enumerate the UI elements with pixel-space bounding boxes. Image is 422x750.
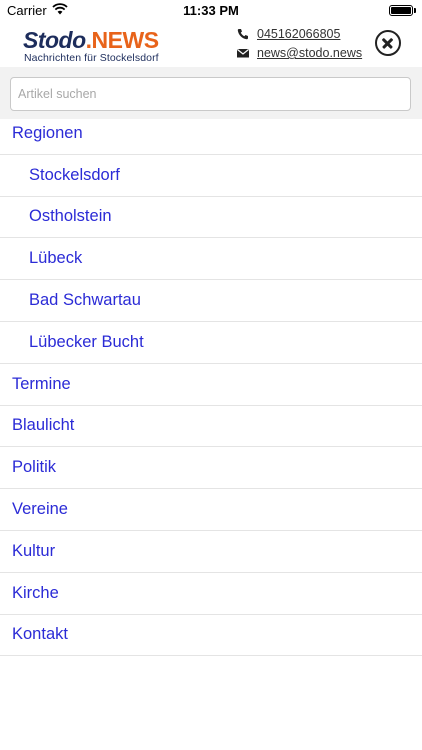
contact-email: news@stodo.news (236, 46, 362, 60)
status-bar: Carrier 11:33 PM (0, 0, 422, 22)
menu-item-stockelsdorf[interactable]: Stockelsdorf (0, 155, 422, 197)
menu-item-bad-schwartau[interactable]: Bad Schwartau (0, 280, 422, 322)
menu-item-label: Blaulicht (12, 416, 75, 435)
contact-phone: 045162066805 (236, 27, 340, 41)
menu-item-kultur[interactable]: Kultur (0, 531, 422, 573)
search-input[interactable] (10, 77, 411, 111)
battery-cap (414, 8, 416, 13)
phone-link[interactable]: 045162066805 (257, 27, 340, 41)
menu-item-label: Termine (12, 374, 71, 393)
nav-menu: Regionen Stockelsdorf Ostholstein Lübeck Bad… (0, 113, 422, 657)
envelope-icon (236, 48, 250, 58)
site-logo[interactable]: Stodo.NEWS (23, 27, 159, 53)
search-bar (0, 67, 422, 119)
menu-item-label: Kontakt (12, 625, 68, 644)
menu-item-vereine[interactable]: Vereine (0, 489, 422, 531)
menu-item-politik[interactable]: Politik (0, 447, 422, 490)
menu-item-blaulicht[interactable]: Blaulicht (0, 406, 422, 448)
close-menu-button[interactable] (375, 30, 401, 56)
menu-item-kontakt[interactable]: Kontakt (0, 615, 422, 657)
menu-item-lübeck[interactable]: Lübeck (0, 238, 422, 281)
menu-item-label: Politik (12, 458, 57, 477)
phone-icon (237, 29, 248, 40)
logo-stodo-text: Stodo (23, 27, 86, 53)
menu-item-kirche[interactable]: Kirche (0, 573, 422, 615)
logo-news-text: .NEWS (85, 27, 159, 53)
menu-item-label: Ostholstein (29, 207, 112, 226)
menu-item-ostholstein[interactable]: Ostholstein (0, 197, 422, 239)
battery-icon (389, 5, 413, 16)
clock: 11:33 PM (183, 3, 239, 18)
site-tagline: Nachrichten für Stockelsdorf (24, 52, 159, 64)
menu-item-termine[interactable]: Termine (0, 364, 422, 406)
menu-item-label: Bad Schwartau (29, 291, 141, 310)
menu-item-label: Stockelsdorf (29, 165, 120, 184)
menu-item-lübecker-bucht[interactable]: Lübecker Bucht (0, 322, 422, 364)
email-link[interactable]: news@stodo.news (257, 46, 362, 60)
menu-item-label: Vereine (12, 500, 68, 519)
site-header: Stodo.NEWS Nachrichten für Stockelsdorf … (0, 22, 422, 67)
menu-item-label: Lübecker Bucht (29, 332, 144, 351)
menu-item-label: Lübeck (29, 249, 83, 268)
menu-item-label: Kultur (12, 541, 56, 560)
menu-item-label: Kirche (12, 583, 59, 602)
menu-item-regionen[interactable]: Regionen (0, 113, 422, 155)
menu-item-label: Regionen (12, 123, 83, 142)
